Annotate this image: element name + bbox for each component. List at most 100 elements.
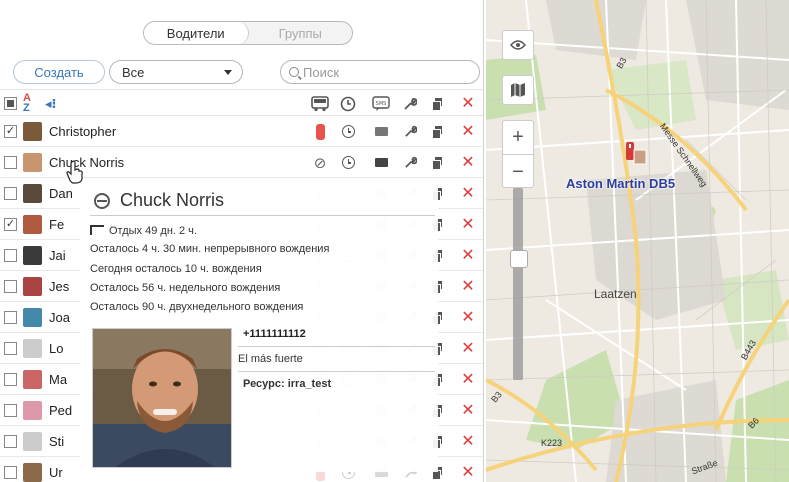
tab-groups[interactable]: Группы: [249, 22, 353, 44]
chevron-down-icon: [224, 70, 232, 75]
delete-icon[interactable]: ✕: [457, 178, 479, 209]
row-checkbox[interactable]: [4, 466, 17, 479]
row-checkbox[interactable]: [4, 435, 17, 448]
clock-icon[interactable]: [337, 116, 359, 147]
delete-icon[interactable]: ✕: [457, 457, 479, 482]
wrench-column-icon[interactable]: [399, 90, 421, 117]
driver-name[interactable]: Lo: [49, 341, 63, 356]
resource-value: irra_test: [287, 378, 332, 390]
search-icon: [289, 67, 299, 77]
search-placeholder: Поиск: [303, 64, 340, 80]
driver-name[interactable]: Jes: [49, 279, 69, 294]
driver-name[interactable]: Jai: [49, 248, 66, 263]
driver-name[interactable]: Dan: [49, 186, 73, 201]
vehicle-icon[interactable]: [309, 116, 331, 147]
row-checkbox[interactable]: [4, 249, 17, 262]
select-all-checkbox[interactable]: [4, 97, 17, 110]
driver-name[interactable]: Ma: [49, 372, 67, 387]
driver-name[interactable]: Fe: [49, 217, 64, 232]
map-layers-button[interactable]: [502, 75, 534, 105]
row-checkbox[interactable]: [4, 373, 17, 386]
map-icon: [511, 83, 525, 97]
delete-column-icon[interactable]: ✕: [457, 90, 479, 117]
avatar: [23, 339, 42, 358]
avatar: [23, 432, 42, 451]
clock-column-icon[interactable]: [337, 90, 359, 117]
group-icon[interactable]: ◂⁝: [45, 96, 56, 112]
road-label: K223: [541, 438, 563, 448]
delete-icon[interactable]: ✕: [457, 333, 479, 364]
envelope-icon[interactable]: [370, 147, 392, 178]
delete-icon[interactable]: ✕: [457, 147, 479, 178]
zoom-slider-track[interactable]: [513, 188, 523, 380]
row-checkbox[interactable]: [4, 280, 17, 293]
divider: [238, 371, 435, 372]
driver-photo: [92, 328, 232, 468]
zoom-control: + −: [502, 120, 534, 188]
driver-phone: +1111111112: [243, 328, 306, 340]
driver-name[interactable]: Christopher: [49, 124, 116, 139]
delete-icon[interactable]: ✕: [457, 395, 479, 426]
table-row[interactable]: ✓ Christopher ✕: [0, 116, 483, 147]
driver-name[interactable]: Chuck Norris: [49, 155, 124, 170]
map-view[interactable]: + − Aston Martin DB5 Laatzen B3 B443 B6 …: [486, 0, 789, 482]
copy-icon[interactable]: [426, 147, 448, 178]
rest-text: Отдых 49 дн. 2 ч.: [109, 225, 197, 237]
avatar: [23, 401, 42, 420]
tab-switcher: Водители Группы: [143, 21, 353, 45]
vehicle-chip-icon: [315, 123, 325, 140]
vehicle-column-icon[interactable]: [309, 90, 331, 117]
delete-icon[interactable]: ✕: [457, 364, 479, 395]
avatar: [23, 463, 42, 482]
zoom-in-button[interactable]: +: [503, 121, 533, 155]
row-checkbox[interactable]: [4, 342, 17, 355]
delete-icon[interactable]: ✕: [457, 271, 479, 302]
row-checkbox[interactable]: [4, 156, 17, 169]
unlink-icon: ⊘: [313, 154, 327, 172]
row-checkbox[interactable]: ✓: [4, 218, 17, 231]
sort-az-icon[interactable]: A Z: [23, 93, 31, 114]
stat-today: Сегодня осталось 10 ч. вождения: [90, 263, 262, 275]
copy-icon[interactable]: [426, 116, 448, 147]
sms-column-icon[interactable]: SMS: [370, 90, 392, 117]
avatar: [23, 246, 42, 265]
zoom-slider-handle[interactable]: [510, 250, 528, 268]
steering-wheel-icon: [94, 192, 110, 209]
row-checkbox[interactable]: [4, 311, 17, 324]
visibility-button[interactable]: [502, 30, 534, 60]
divider: [238, 346, 435, 347]
row-checkbox[interactable]: [4, 404, 17, 417]
list-header: A Z ◂⁝ SMS ✕: [0, 89, 483, 117]
avatar: [23, 370, 42, 389]
envelope-icon[interactable]: [370, 116, 392, 147]
delete-icon[interactable]: ✕: [457, 209, 479, 240]
row-checkbox[interactable]: ✓: [4, 125, 17, 138]
create-button[interactable]: Создать: [13, 60, 105, 84]
wrench-icon[interactable]: [399, 147, 421, 178]
delete-icon[interactable]: ✕: [457, 302, 479, 333]
driver-name[interactable]: Ur: [49, 465, 63, 480]
vehicle-icon[interactable]: ⊘: [309, 147, 331, 178]
tab-drivers[interactable]: Водители: [144, 22, 249, 44]
city-label: Laatzen: [594, 287, 637, 301]
driver-resource: Ресурс: irra_test: [243, 378, 331, 390]
avatar: [23, 308, 42, 327]
unit-label[interactable]: Aston Martin DB5: [566, 176, 675, 191]
driver-name[interactable]: Ped: [49, 403, 72, 418]
delete-icon[interactable]: ✕: [457, 426, 479, 457]
row-checkbox[interactable]: [4, 187, 17, 200]
drivers-panel: Водители Группы Создать Все Поиск A Z ◂⁝…: [0, 0, 484, 482]
clock-icon[interactable]: [337, 147, 359, 178]
search-input[interactable]: Поиск: [280, 60, 480, 84]
copy-column-icon[interactable]: [426, 90, 448, 117]
wrench-icon[interactable]: [399, 116, 421, 147]
delete-icon[interactable]: ✕: [457, 116, 479, 147]
filter-select[interactable]: Все: [109, 60, 243, 84]
zoom-out-button[interactable]: −: [503, 155, 533, 189]
driver-name[interactable]: Joa: [49, 310, 70, 325]
stat-continuous: Осталось 4 ч. 30 мин. непрерывного вожде…: [90, 243, 330, 255]
driver-name[interactable]: Sti: [49, 434, 64, 449]
map-tiles: [486, 0, 789, 482]
eye-icon: [510, 40, 526, 50]
delete-icon[interactable]: ✕: [457, 240, 479, 271]
